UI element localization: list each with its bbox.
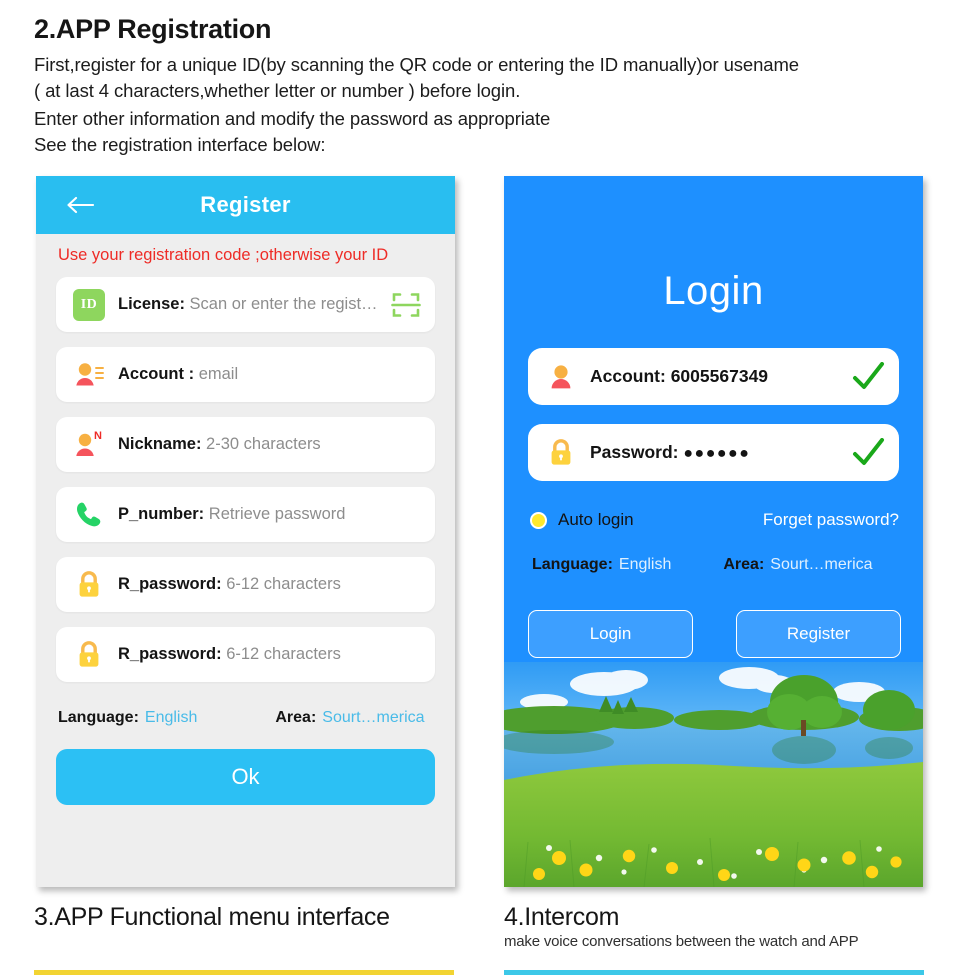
footer-left-section: 3.APP Functional menu interface (34, 902, 464, 932)
login-area-value[interactable]: Sourt…merica (770, 556, 872, 574)
person-icon (544, 360, 578, 394)
phone-icon (72, 498, 106, 532)
intro-line-2: ( at last 4 characters,whether letter or… (34, 80, 521, 101)
nickname-person-icon: N (72, 428, 106, 462)
license-placeholder: Scan or enter the regist… (189, 295, 378, 313)
phone-number-field[interactable]: P_number: Retrieve password (56, 487, 435, 542)
register-language-label: Language: (58, 709, 139, 726)
lock-icon (72, 568, 106, 602)
register-locale-row: Language: English Area: Sourt…merica (36, 697, 455, 727)
login-account-field[interactable]: Account: 6005567349 (528, 348, 899, 405)
intro-line-3: Enter other information and modify the p… (34, 108, 551, 129)
register-header-bar: Register (36, 176, 455, 234)
password-field-1[interactable]: R_password: 6-12 characters (56, 557, 435, 612)
login-actions-row: Login Register (504, 574, 923, 658)
radio-checked-icon[interactable] (530, 511, 547, 529)
landscape-background-image (504, 662, 923, 887)
register-field-list: ID License: Scan or enter the regist… Ac… (36, 273, 455, 682)
register-button[interactable]: Register (736, 610, 901, 658)
password-field-2[interactable]: R_password: 6-12 characters (56, 627, 435, 682)
lock-icon (544, 436, 578, 470)
accent-bar-yellow (34, 970, 454, 975)
lock-icon (72, 638, 106, 672)
login-account-label: Account: (590, 366, 666, 386)
password-label-1: R_password: (118, 575, 222, 593)
auto-login-label: Auto login (558, 510, 634, 529)
id-badge-icon: ID (72, 288, 106, 322)
password-label-2: R_password: (118, 645, 222, 663)
green-check-icon (851, 437, 885, 468)
license-label: License: (118, 295, 185, 313)
register-title: Register (200, 192, 291, 217)
login-password-field[interactable]: Password: ●●●●●● (528, 424, 899, 481)
login-title: Login (663, 269, 764, 313)
intro-paragraph-1: First,register for a unique ID(by scanni… (34, 52, 930, 104)
contact-card-icon (72, 358, 106, 392)
accent-bar-cyan (504, 970, 924, 975)
login-field-list: Account: 6005567349 Password: ●●●●●● (504, 314, 923, 481)
footer-right-title: 4.Intercom (504, 903, 620, 931)
footer-right-subtitle: make voice conversations between the wat… (504, 933, 859, 950)
nickname-field[interactable]: N Nickname: 2-30 characters (56, 417, 435, 472)
nickname-placeholder: 2-30 characters (206, 435, 321, 453)
login-account-value: 6005567349 (670, 366, 769, 386)
account-field[interactable]: Account : email (56, 347, 435, 402)
footer-sections: 3.APP Functional menu interface 4.Interc… (0, 902, 960, 975)
nickname-label: Nickname: (118, 435, 202, 453)
back-arrow-icon[interactable] (66, 195, 95, 215)
screenshots-row: Register Use your registration code ;oth… (0, 176, 960, 896)
login-language-label: Language: (532, 556, 613, 573)
register-area-label: Area: (275, 709, 317, 726)
footer-right-section: 4.Intercom make voice conversations betw… (504, 902, 934, 950)
auto-login-row: Auto login Forget password? (504, 500, 923, 530)
page-title: 2.APP Registration (34, 14, 272, 44)
register-screen: Register Use your registration code ;oth… (36, 176, 455, 887)
intro-line-4: See the registration interface below: (34, 134, 326, 155)
login-screen: Login Account: 6005567349 Password: ●●●●… (504, 176, 923, 887)
password-placeholder-2: 6-12 characters (226, 645, 341, 663)
phone-number-label: P_number: (118, 505, 205, 523)
account-label: Account : (118, 365, 195, 383)
ok-button[interactable]: Ok (56, 749, 435, 805)
login-locale-row: Language: English Area: Sourt…merica (504, 530, 923, 574)
intro-section: 2.APP Registration First,register for a … (0, 0, 960, 158)
login-language-value[interactable]: English (619, 556, 671, 574)
green-check-icon (851, 361, 885, 392)
phone-number-placeholder: Retrieve password (208, 505, 346, 523)
login-password-label: Password: (590, 442, 679, 462)
login-area-label: Area: (723, 556, 765, 573)
register-language-value[interactable]: English (145, 709, 197, 727)
registration-warning-text: Use your registration code ;otherwise yo… (58, 246, 389, 264)
account-placeholder: email (198, 365, 239, 383)
register-area-value[interactable]: Sourt…merica (322, 709, 424, 727)
license-field[interactable]: ID License: Scan or enter the regist… (56, 277, 435, 332)
auto-login-toggle[interactable]: Auto login (530, 510, 634, 530)
svg-text:N: N (94, 430, 102, 442)
password-placeholder-1: 6-12 characters (226, 575, 341, 593)
qr-scan-icon[interactable] (391, 290, 421, 320)
intro-line-1: First,register for a unique ID(by scanni… (34, 54, 799, 75)
login-button[interactable]: Login (528, 610, 693, 658)
forget-password-link[interactable]: Forget password? (763, 510, 899, 530)
footer-left-title: 3.APP Functional menu interface (34, 903, 390, 931)
login-password-value: ●●●●●● (683, 445, 751, 462)
id-badge-text: ID (73, 288, 105, 321)
